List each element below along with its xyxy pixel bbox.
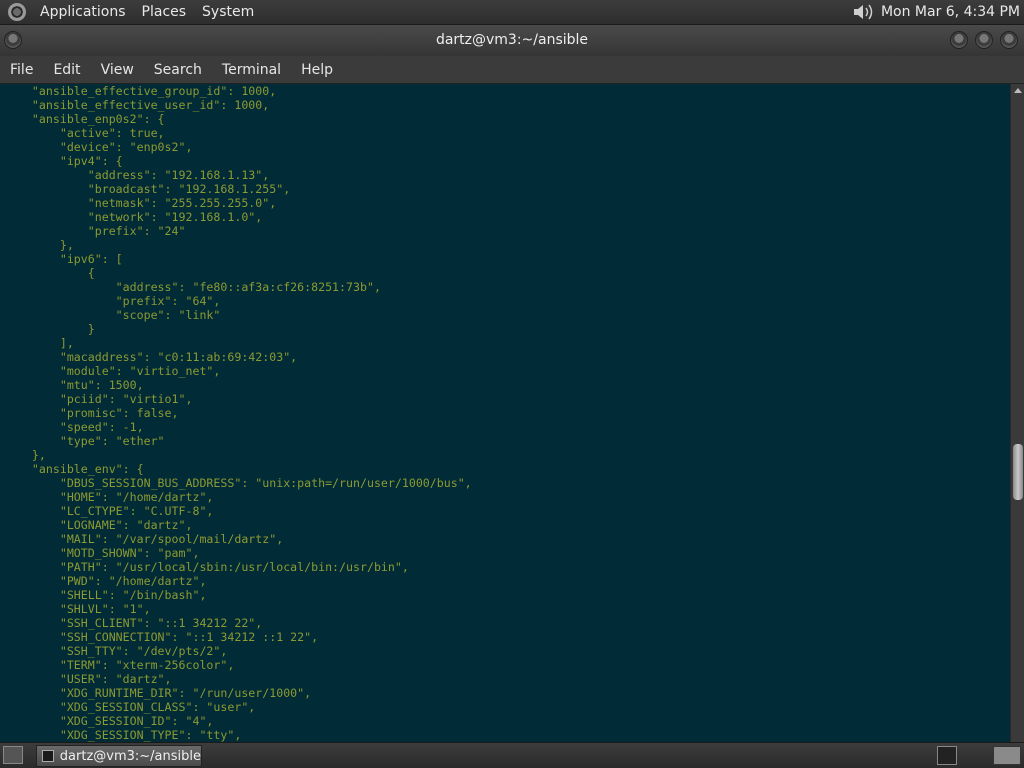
- terminal-line: "network": "192.168.1.0",: [87, 210, 263, 224]
- terminal-line: "ipv6": [: [59, 252, 123, 266]
- system-menu[interactable]: System: [194, 4, 262, 20]
- terminal-line: }: [87, 322, 95, 336]
- terminal-line: "SSH_TTY": "/dev/pts/2",: [59, 644, 228, 658]
- taskbar-window-button[interactable]: dartz@vm3:~/ansible: [36, 745, 202, 767]
- terminal-line: "active": true,: [59, 126, 165, 140]
- terminal-line: "SHLVL": "1",: [59, 602, 151, 616]
- scrollbar-thumb[interactable]: [1013, 444, 1023, 500]
- bottom-panel: dartz@vm3:~/ansible: [0, 742, 1024, 768]
- terminal-line: "HOME": "/home/dartz",: [59, 490, 214, 504]
- terminal-line: "ansible_effective_group_id": 1000,: [31, 84, 277, 98]
- maximize-button[interactable]: [975, 31, 993, 49]
- terminal-line: {: [87, 266, 95, 280]
- window-titlebar[interactable]: dartz@vm3:~/ansible: [0, 25, 1024, 56]
- workspace-switcher[interactable]: [993, 746, 1021, 765]
- terminal-line: "TERM": "xterm-256color",: [59, 658, 235, 672]
- close-button[interactable]: [1000, 31, 1018, 49]
- menu-terminal[interactable]: Terminal: [212, 62, 291, 78]
- terminal-line: "speed": -1,: [59, 420, 144, 434]
- terminal-line: "ansible_enp0s2": {: [31, 112, 165, 126]
- terminal-line: "ansible_env": {: [31, 462, 144, 476]
- terminal-line: "address": "fe80::af3a:cf26:8251:73b",: [115, 280, 381, 294]
- applications-menu[interactable]: Applications: [32, 4, 134, 20]
- terminal-line: "XDG_RUNTIME_DIR": "/run/user/1000",: [59, 686, 312, 700]
- terminal-output[interactable]: "ansible_effective_group_id": 1000, "ans…: [0, 84, 1010, 742]
- terminal-line: },: [31, 448, 46, 462]
- menu-file[interactable]: File: [0, 62, 43, 78]
- terminal-line: "PATH": "/usr/local/sbin:/usr/local/bin:…: [59, 560, 409, 574]
- terminal-line: "netmask": "255.255.255.0",: [87, 196, 277, 210]
- terminal-line: "MAIL": "/var/spool/mail/dartz",: [59, 532, 284, 546]
- terminal-line: "SSH_CONNECTION": "::1 34212 ::1 22",: [59, 630, 319, 644]
- terminal-line: "pciid": "virtio1",: [59, 392, 193, 406]
- terminal-line: "prefix": "24": [87, 224, 186, 238]
- terminal-icon: [42, 750, 54, 762]
- terminal-line: "device": "enp0s2",: [59, 140, 193, 154]
- terminal-line: },: [59, 238, 74, 252]
- terminal-line: "type": "ether": [59, 434, 165, 448]
- terminal-line: "ansible_effective_user_id": 1000,: [31, 98, 270, 112]
- terminal-line: "LOGNAME": "dartz",: [59, 518, 193, 532]
- places-menu[interactable]: Places: [134, 4, 195, 20]
- terminal-line: "SHELL": "/bin/bash",: [59, 588, 207, 602]
- terminal-line: "broadcast": "192.168.1.255",: [87, 182, 291, 196]
- terminal-line: "XDG_SESSION_TYPE": "tty",: [59, 728, 242, 742]
- terminal-line: "USER": "dartz",: [59, 672, 172, 686]
- volume-icon[interactable]: [851, 2, 875, 22]
- terminal-line: "MOTD_SHOWN": "pam",: [59, 546, 200, 560]
- terminal-line: "ipv4": {: [59, 154, 123, 168]
- terminal-line: "SSH_CLIENT": "::1 34212 22",: [59, 616, 263, 630]
- menu-help[interactable]: Help: [291, 62, 343, 78]
- show-desktop-icon[interactable]: [3, 746, 23, 764]
- terminal-line: "XDG_SESSION_ID": "4",: [59, 714, 214, 728]
- terminal-scrollbar[interactable]: [1010, 84, 1024, 742]
- distro-logo-icon[interactable]: [8, 3, 26, 21]
- terminal-line: "address": "192.168.1.13",: [87, 168, 270, 182]
- tray-terminal-icon[interactable]: [937, 746, 957, 765]
- menu-view[interactable]: View: [91, 62, 144, 78]
- minimize-button[interactable]: [950, 31, 968, 49]
- terminal-line: "PWD": "/home/dartz",: [59, 574, 207, 588]
- taskbar-window-label: dartz@vm3:~/ansible: [59, 748, 201, 764]
- terminal-line: "LC_CTYPE": "C.UTF-8",: [59, 504, 214, 518]
- terminal-line: "prefix": "64",: [115, 294, 221, 308]
- terminal-line: "DBUS_SESSION_BUS_ADDRESS": "unix:path=/…: [59, 476, 472, 490]
- terminal-line: "mtu": 1500,: [59, 378, 144, 392]
- top-panel: Applications Places System Mon Mar 6, 4:…: [0, 0, 1024, 25]
- terminal-line: "XDG_SESSION_CLASS": "user",: [59, 700, 256, 714]
- terminal-line: "scope": "link": [115, 308, 221, 322]
- terminal-line: "module": "virtio_net",: [59, 364, 221, 378]
- terminal-line: "promisc": false,: [59, 406, 179, 420]
- terminal-line: ],: [59, 336, 74, 350]
- scroll-up-arrow-icon[interactable]: [1014, 88, 1022, 93]
- terminal-line: "macaddress": "c0:11:ab:69:42:03",: [59, 350, 298, 364]
- menu-search[interactable]: Search: [144, 62, 212, 78]
- menu-edit[interactable]: Edit: [43, 62, 90, 78]
- window-title: dartz@vm3:~/ansible: [435, 32, 589, 48]
- terminal-text: "ansible_effective_group_id": 1000, "ans…: [0, 84, 1010, 742]
- terminal-menubar: File Edit View Search Terminal Help: [0, 56, 1024, 84]
- clock[interactable]: Mon Mar 6, 4:34 PM: [881, 4, 1020, 20]
